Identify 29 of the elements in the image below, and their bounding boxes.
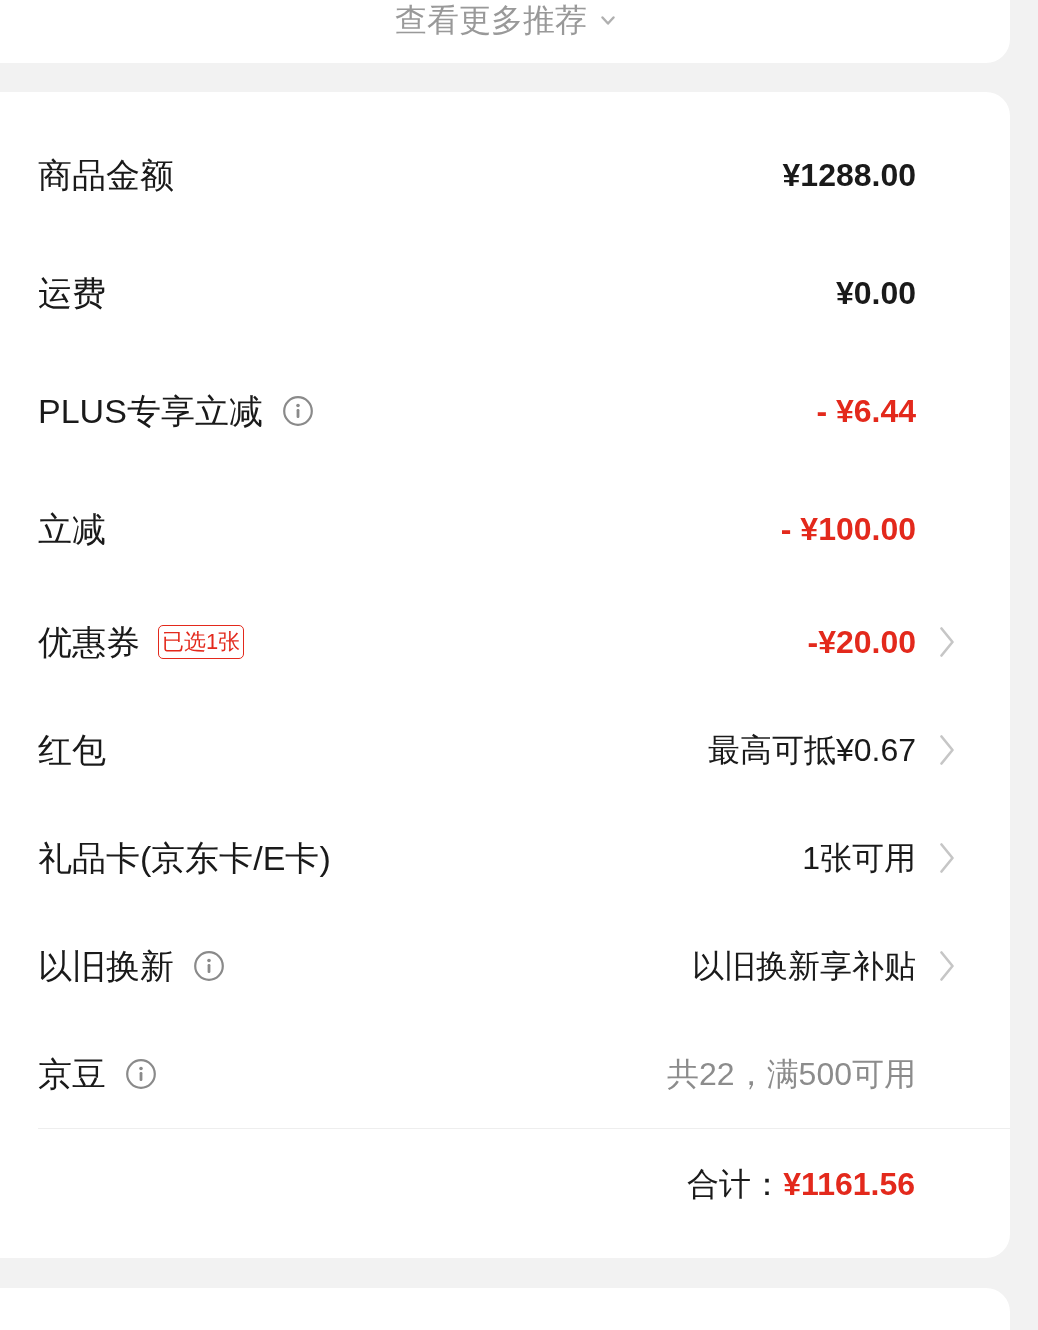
total-amount: ¥1161.56 (783, 1164, 915, 1204)
chevron-down-icon (601, 15, 615, 25)
row-label: 商品金额 (38, 155, 174, 195)
chevron-right-icon[interactable] (940, 735, 954, 765)
row-value: - ¥6.44 (816, 392, 916, 431)
row-label: PLUS专享立减 (38, 391, 263, 431)
row-label: 立减 (38, 509, 106, 549)
chevron-right-icon[interactable] (940, 627, 954, 657)
row-label: 以旧换新 (38, 946, 174, 986)
chevron-right-icon[interactable] (940, 951, 954, 981)
chevron-right-icon[interactable] (940, 843, 954, 873)
info-icon[interactable] (282, 396, 313, 426)
row-value: ¥0.00 (835, 274, 916, 313)
row-value[interactable]: 1张可用 (802, 838, 916, 878)
row-label: 京豆 (38, 1054, 106, 1094)
coupon-tag: 已选1张 (158, 625, 245, 659)
row-label: 礼品卡(京东卡/E卡) (38, 838, 331, 878)
row-label: 优惠券 (38, 622, 140, 662)
row-value[interactable]: 最高可抵¥0.67 (707, 730, 916, 770)
row-value: 共22，满500可用 (667, 1055, 916, 1094)
row-value: ¥1288.00 (782, 156, 916, 195)
row-value: - ¥100.00 (780, 510, 916, 549)
row-value[interactable]: 以旧换新享补贴 (692, 946, 916, 986)
total-label: 合计： (687, 1164, 784, 1204)
info-icon[interactable] (194, 951, 224, 981)
row-label: 运费 (38, 273, 106, 313)
row-label: 红包 (38, 730, 106, 770)
info-icon[interactable] (126, 1059, 156, 1089)
row-value[interactable]: -¥20.00 (807, 622, 916, 662)
